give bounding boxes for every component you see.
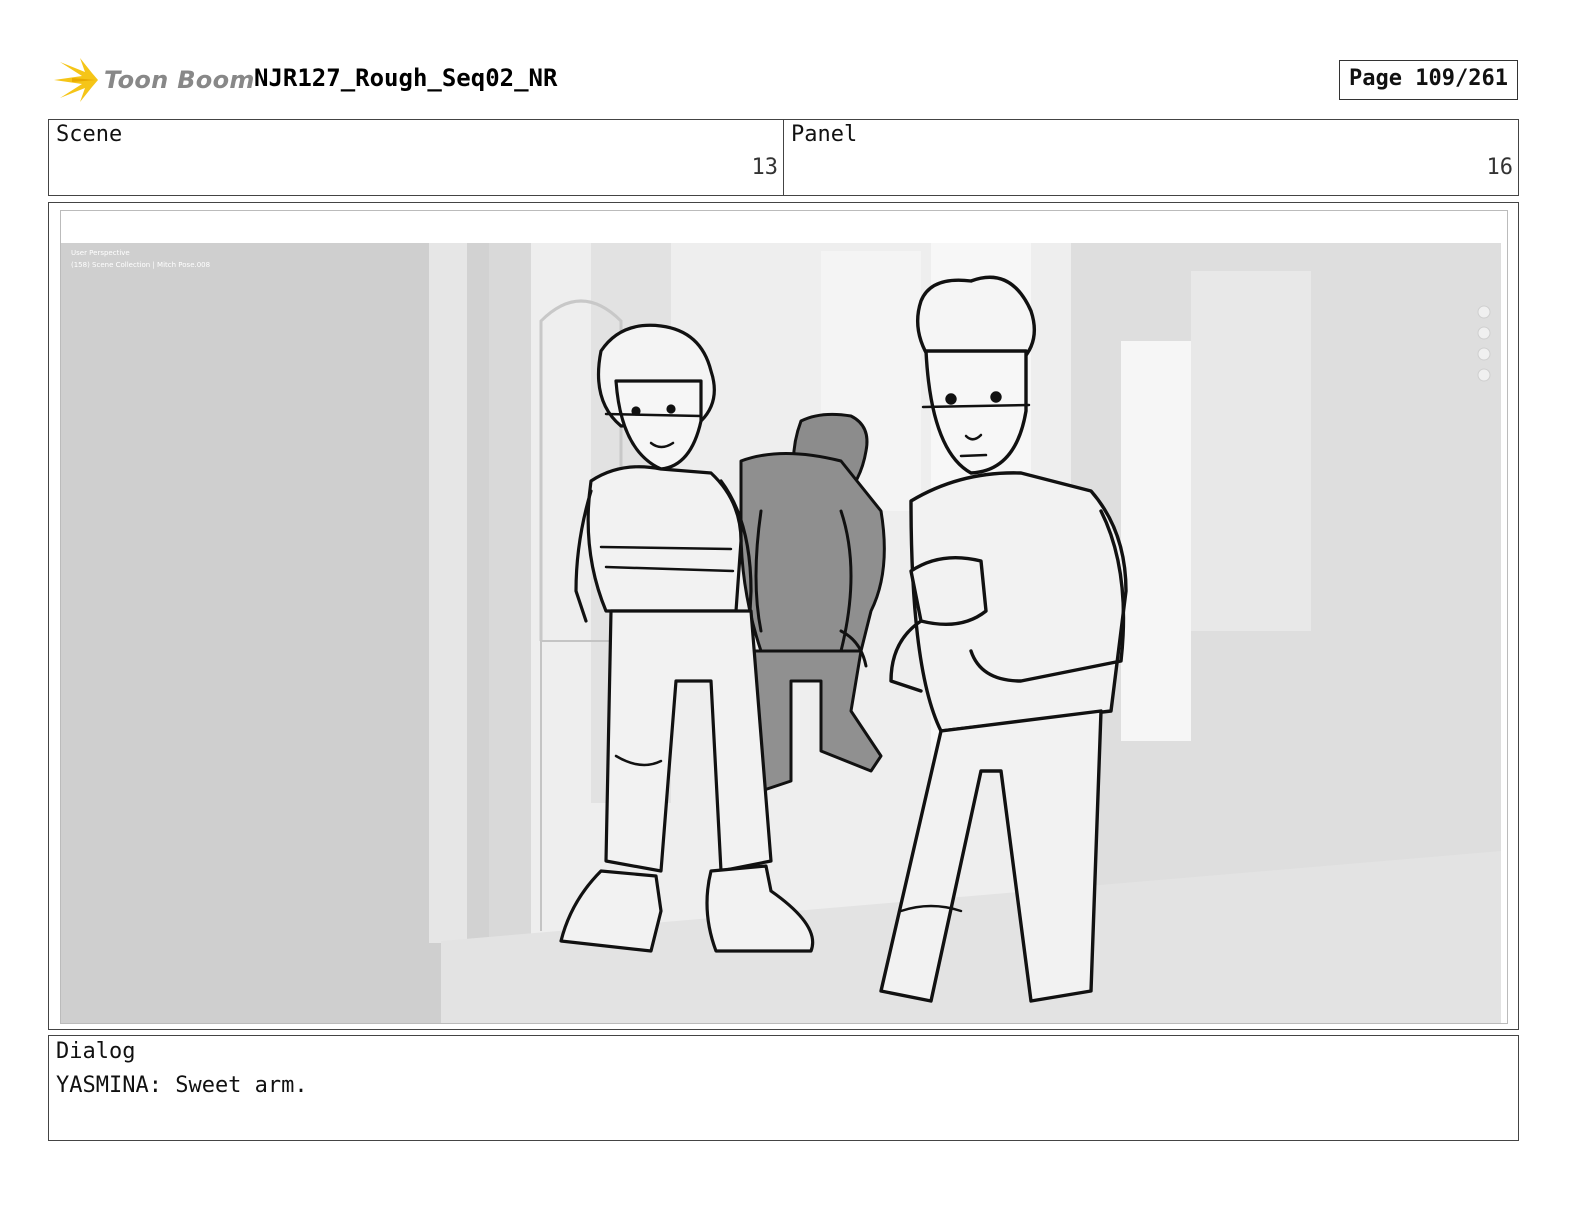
scene-cell: Scene 13: [49, 120, 783, 195]
scene-label: Scene: [56, 122, 123, 147]
sunburst-logo-icon: [54, 58, 98, 102]
page-number: Page 109/261: [1339, 60, 1518, 100]
dialog-text: YASMINA: Sweet arm.: [56, 1073, 308, 1098]
panel-value: 16: [1486, 155, 1514, 180]
hand-icon: [1477, 326, 1491, 340]
dialog-box: Dialog YASMINA: Sweet arm.: [48, 1035, 1519, 1141]
camera-icon: [1477, 347, 1491, 361]
dialog-label: Dialog: [56, 1039, 136, 1064]
panel-image: User Perspective (158) Scene Collection …: [60, 210, 1508, 1024]
scene-value: 13: [751, 155, 779, 180]
panel-cell: Panel 16: [783, 120, 1518, 195]
storyboard-frame: User Perspective (158) Scene Collection …: [48, 202, 1519, 1030]
grid-icon: [1477, 368, 1491, 382]
logo-text: Toon Boom: [104, 66, 255, 94]
zoom-icon: [1477, 305, 1491, 319]
viewport-collection-label: (158) Scene Collection | Mitch Pose.008: [71, 261, 211, 269]
viewport-perspective-label: User Perspective: [71, 249, 130, 257]
document-title: NJR127_Rough_Seq02_NR: [254, 64, 558, 92]
scene-panel-row: Scene 13 Panel 16: [48, 119, 1519, 196]
toon-boom-logo: Toon Boom: [52, 56, 254, 106]
panel-label: Panel: [791, 122, 858, 147]
panel-sketch: [61, 211, 1507, 1023]
